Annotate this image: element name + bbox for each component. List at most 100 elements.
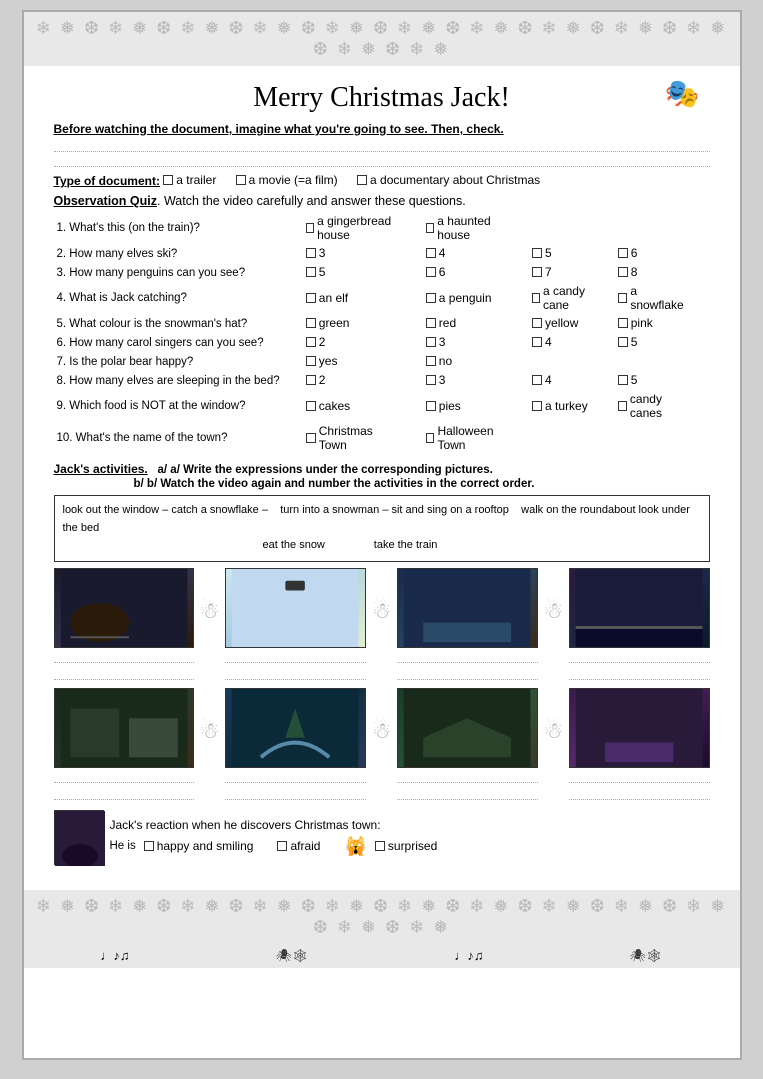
q2-opt3[interactable]: 5 <box>532 246 552 260</box>
q2-opt1[interactable]: 3 <box>306 246 326 260</box>
option-movie[interactable]: a movie (=a film) <box>236 173 338 187</box>
activities-title: Jack's activities. <box>54 462 148 476</box>
q6-opt2[interactable]: 3 <box>426 335 446 349</box>
q3-opt3[interactable]: 7 <box>532 265 552 279</box>
image-cell-1 <box>54 568 194 682</box>
q8-opt3[interactable]: 4 <box>532 373 552 387</box>
q5-opt2[interactable]: red <box>426 316 456 330</box>
checkbox-surprised[interactable] <box>375 841 385 851</box>
question-9: 9. Which food is NOT at the window? <box>54 390 303 422</box>
write-line[interactable] <box>397 667 537 680</box>
top-border: ❄ ❅ ❆ ❄ ❅ ❆ ❄ ❅ ❆ ❄ ❅ ❆ ❄ ❅ ❆ ❄ ❅ ❆ ❄ ❅ … <box>24 12 740 66</box>
table-row: 10. What's the name of the town? Christm… <box>54 422 710 454</box>
q2-opt4[interactable]: 6 <box>618 246 638 260</box>
question-2: 2. How many elves ski? <box>54 244 303 263</box>
write-line[interactable] <box>225 770 365 783</box>
worksheet-page: ❄ ❅ ❆ ❄ ❅ ❆ ❄ ❅ ❆ ❄ ❅ ❆ ❄ ❅ ❆ ❄ ❅ ❆ ❄ ❅ … <box>22 10 742 1060</box>
table-row: 3. How many penguins can you see? 5 6 7 … <box>54 263 710 282</box>
reaction-opt-happy[interactable]: happy and smiling <box>144 839 254 853</box>
question-3: 3. How many penguins can you see? <box>54 263 303 282</box>
checkbox-movie[interactable] <box>236 175 246 185</box>
q5-opt3[interactable]: yellow <box>532 316 578 330</box>
q9-opt2[interactable]: pies <box>426 399 461 413</box>
write-line[interactable] <box>569 667 709 680</box>
table-row: 5. What colour is the snowman's hat? gre… <box>54 314 710 333</box>
q8-opt1[interactable]: 2 <box>306 373 326 387</box>
table-row: 1. What's this (on the train)? a gingerb… <box>54 212 710 244</box>
table-row: 8. How many elves are sleeping in the be… <box>54 371 710 390</box>
reaction-image <box>54 810 104 865</box>
table-row: 6. How many carol singers can you see? 2… <box>54 333 710 352</box>
image-cell-2 <box>225 568 365 682</box>
instruction-b: b/ b/ Watch the video again and number t… <box>134 478 535 490</box>
checkbox-documentary[interactable] <box>357 175 367 185</box>
q10-opt2[interactable]: Halloween Town <box>426 424 510 452</box>
q4-opt4[interactable]: a snowflake <box>618 284 691 312</box>
write-line[interactable] <box>569 770 709 783</box>
dotted-line-2 <box>54 155 710 167</box>
q10-opt1[interactable]: Christmas Town <box>306 424 404 452</box>
checkbox-happy[interactable] <box>144 841 154 851</box>
reaction-section: Jack's reaction when he discovers Christ… <box>54 810 710 865</box>
reaction-opt-surprised[interactable]: surprised <box>375 839 437 853</box>
write-line[interactable] <box>225 667 365 680</box>
movie-image-2 <box>225 568 365 648</box>
observation-quiz-title: Observation Quiz. Watch the video carefu… <box>54 194 710 208</box>
write-line[interactable] <box>397 787 537 800</box>
q8-opt4[interactable]: 5 <box>618 373 638 387</box>
option-trailer[interactable]: a trailer <box>163 173 216 187</box>
question-10: 10. What's the name of the town? <box>54 422 303 454</box>
write-line[interactable] <box>54 667 194 680</box>
q4-opt2[interactable]: a penguin <box>426 291 492 305</box>
write-line[interactable] <box>397 770 537 783</box>
instruction-a: a/ a/ Write the expressions under the co… <box>151 464 493 476</box>
dotted-line-1 <box>54 140 710 152</box>
table-row: 7. Is the polar bear happy? yes no <box>54 352 710 371</box>
write-line[interactable] <box>397 650 537 663</box>
movie-image-1 <box>54 568 194 648</box>
q9-opt3[interactable]: a turkey <box>532 399 588 413</box>
afraid-emoji: 🙀 <box>344 836 366 857</box>
q4-opt1[interactable]: an elf <box>306 291 348 305</box>
q8-opt2[interactable]: 3 <box>426 373 446 387</box>
reaction-instruction: Jack's reaction when he discovers Christ… <box>110 818 710 832</box>
movie-image-6 <box>225 688 365 768</box>
q3-opt4[interactable]: 8 <box>618 265 638 279</box>
question-8: 8. How many elves are sleeping in the be… <box>54 371 303 390</box>
q1-opt2[interactable]: a haunted house <box>426 214 510 242</box>
write-line[interactable] <box>569 650 709 663</box>
table-row: 4. What is Jack catching? an elf a pengu… <box>54 282 710 314</box>
q7-opt2[interactable]: no <box>426 354 452 368</box>
question-6: 6. How many carol singers can you see? <box>54 333 303 352</box>
q6-opt1[interactable]: 2 <box>306 335 326 349</box>
q6-opt4[interactable]: 5 <box>618 335 638 349</box>
q5-opt4[interactable]: pink <box>618 316 653 330</box>
write-line[interactable] <box>225 787 365 800</box>
reaction-opt-afraid[interactable]: afraid <box>277 839 320 853</box>
checkbox-trailer[interactable] <box>163 175 173 185</box>
q3-opt1[interactable]: 5 <box>306 265 326 279</box>
q2-opt2[interactable]: 4 <box>426 246 446 260</box>
write-line[interactable] <box>54 787 194 800</box>
snowman-decoration-3: ☃ <box>544 568 564 682</box>
q9-opt1[interactable]: cakes <box>306 399 350 413</box>
write-line[interactable] <box>225 650 365 663</box>
q3-opt2[interactable]: 6 <box>426 265 446 279</box>
q1-opt1[interactable]: a gingerbread house <box>306 214 404 242</box>
q4-opt3[interactable]: a candy cane <box>532 284 596 312</box>
q5-opt1[interactable]: green <box>306 316 350 330</box>
write-line[interactable] <box>569 787 709 800</box>
before-instruction: Before watching the document, imagine wh… <box>54 122 710 136</box>
option-documentary[interactable]: a documentary about Christmas <box>357 173 540 187</box>
quiz-table: 1. What's this (on the train)? a gingerb… <box>54 212 710 454</box>
table-row: 9. Which food is NOT at the window? cake… <box>54 390 710 422</box>
snowman-decoration-4: ☃ <box>200 688 220 802</box>
checkbox-afraid[interactable] <box>277 841 287 851</box>
q6-opt3[interactable]: 4 <box>532 335 552 349</box>
write-line[interactable] <box>54 770 194 783</box>
q9-opt4[interactable]: candy canes <box>618 392 691 420</box>
write-line[interactable] <box>54 650 194 663</box>
table-row: 2. How many elves ski? 3 4 5 6 <box>54 244 710 263</box>
image-cell-5 <box>54 688 194 802</box>
q7-opt1[interactable]: yes <box>306 354 338 368</box>
